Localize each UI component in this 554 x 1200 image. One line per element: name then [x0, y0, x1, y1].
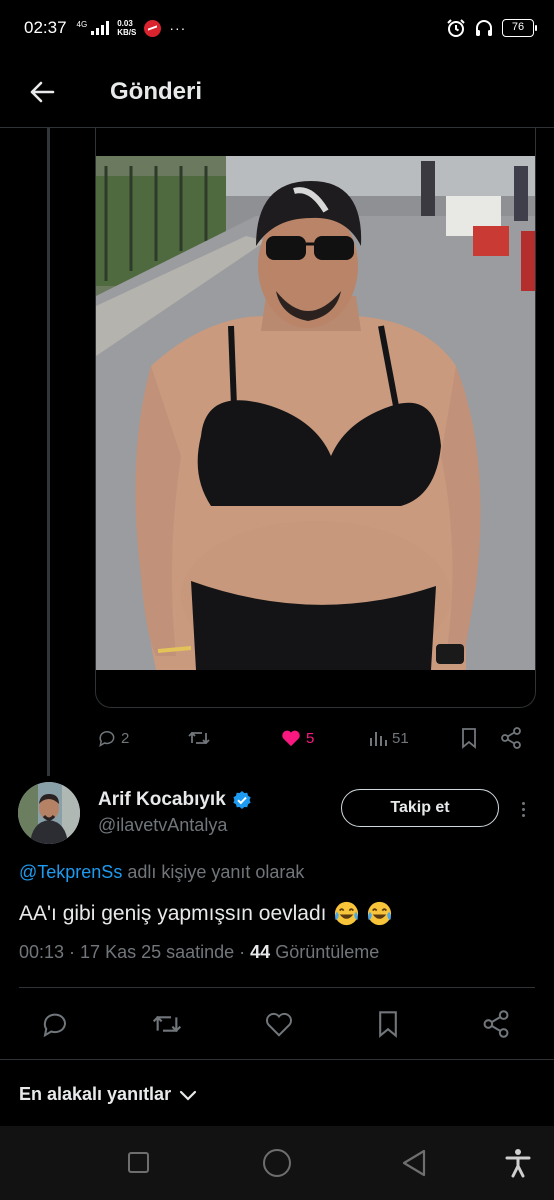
- speed-value: 0.03: [117, 19, 133, 28]
- more-icon[interactable]: [511, 794, 535, 824]
- home-icon[interactable]: [263, 1149, 291, 1177]
- post-meta: 00:13 · 17 Kas 25 saatinde · 44 Görüntül…: [19, 942, 379, 963]
- post-date: · 17 Kas 25 saatinde ·: [64, 942, 251, 962]
- signal-icon: [91, 21, 110, 35]
- heart-icon[interactable]: [264, 1010, 294, 1038]
- reply-icon: [99, 731, 115, 748]
- post-text: AA'ı gibi geniş yapmışsın oevladı: [19, 900, 393, 927]
- reply-button[interactable]: 2: [97, 728, 129, 748]
- status-bar: 02:37 4G 0.03 KB/S ··· 76: [0, 0, 554, 56]
- top-app-bar: Gönderi: [0, 56, 554, 128]
- author-name[interactable]: Arif Kocabıyık: [98, 789, 252, 811]
- thread-connector-line: [47, 128, 50, 776]
- divider: [0, 1059, 554, 1060]
- views-icon: [370, 732, 387, 746]
- avatar[interactable]: [18, 782, 80, 844]
- battery-icon: 76: [502, 19, 537, 37]
- status-right: 76: [446, 18, 537, 38]
- laughing-emoji-icon: [334, 901, 358, 926]
- reply-sort-dropdown[interactable]: En alakalı yanıtlar: [19, 1084, 197, 1105]
- share-button[interactable]: [500, 727, 522, 749]
- heart-icon: [282, 730, 300, 747]
- network-indicator: 4G 0.03 KB/S: [77, 19, 137, 37]
- author-handle[interactable]: @ilavetvAntalya: [98, 815, 227, 836]
- views-button[interactable]: 51: [368, 728, 409, 748]
- like-button[interactable]: 5: [280, 728, 314, 748]
- notification-app-icon: [144, 19, 162, 37]
- views-count: 51: [392, 729, 409, 747]
- network-type: 4G: [76, 20, 88, 29]
- back-arrow-icon: [30, 81, 55, 102]
- bookmark-icon[interactable]: [375, 1009, 401, 1039]
- parent-post-media[interactable]: [95, 128, 536, 708]
- repost-icon[interactable]: [151, 1010, 183, 1038]
- author-name-text: Arif Kocabıyık: [98, 789, 226, 810]
- avatar-image: [18, 782, 80, 844]
- system-nav-bar: [0, 1126, 554, 1200]
- reply-mention-link[interactable]: @TekprenSs: [19, 862, 122, 882]
- more-notifications-icon: ···: [169, 20, 187, 36]
- post-text-content: AA'ı gibi geniş yapmışsın oevladı: [19, 901, 327, 925]
- reply-icon[interactable]: [40, 1009, 70, 1039]
- laughing-emoji-icon: [367, 901, 391, 926]
- accessibility-icon[interactable]: [505, 1148, 531, 1178]
- post-time[interactable]: 00:13: [19, 942, 64, 962]
- post-photo[interactable]: [96, 156, 536, 670]
- repost-button[interactable]: [187, 728, 215, 748]
- speed-unit: KB/S: [117, 28, 137, 37]
- verified-badge-icon: [233, 791, 251, 809]
- bookmark-icon: [462, 728, 476, 749]
- main-post-actions: [20, 1004, 530, 1044]
- page-title: Gönderi: [110, 77, 203, 105]
- headphones-icon: [476, 20, 492, 36]
- recent-apps-icon[interactable]: [128, 1152, 149, 1173]
- post-views-label: Görüntüleme: [270, 942, 380, 962]
- back-icon[interactable]: [400, 1148, 428, 1178]
- parent-post-actions: 2 5 51: [95, 720, 535, 756]
- reply-count: 2: [121, 729, 130, 747]
- post-views-count[interactable]: 44: [250, 942, 270, 962]
- bookmark-button[interactable]: [459, 727, 479, 749]
- reply-context: @TekprenSs adlı kişiye yanıt olarak: [19, 862, 304, 883]
- alarm-icon: [447, 19, 465, 37]
- share-icon: [501, 727, 521, 749]
- back-button[interactable]: [20, 70, 64, 114]
- like-count: 5: [306, 729, 315, 747]
- divider: [19, 987, 535, 988]
- repost-icon: [188, 731, 210, 745]
- share-icon[interactable]: [482, 1010, 510, 1038]
- status-time: 02:37: [24, 18, 67, 37]
- network-speed: 0.03 KB/S: [117, 19, 136, 37]
- follow-button[interactable]: Takip et: [341, 789, 499, 827]
- reply-context-text: adlı kişiye yanıt olarak: [122, 862, 305, 882]
- chevron-down-icon: [179, 1090, 197, 1101]
- reply-sort-label: En alakalı yanıtlar: [19, 1084, 172, 1104]
